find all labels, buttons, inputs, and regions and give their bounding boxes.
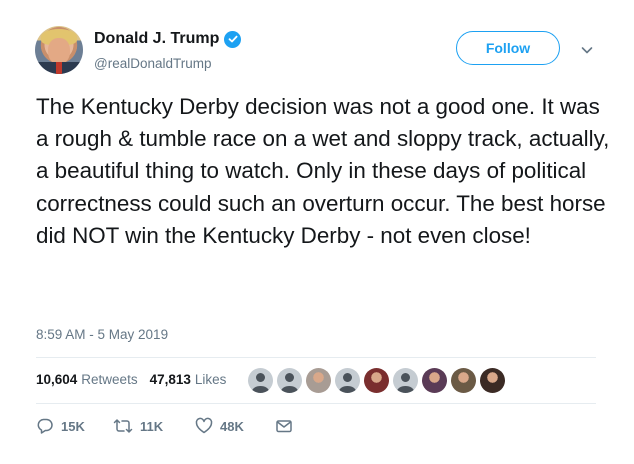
retweeter-avatar[interactable] (248, 368, 273, 393)
author-avatar[interactable] (35, 26, 83, 74)
retweets-count[interactable]: 10,604 (36, 372, 77, 387)
like-count: 48K (220, 418, 244, 434)
retweeter-avatar[interactable] (422, 368, 447, 393)
tweet-actions: 15K 11K 48K (36, 417, 293, 435)
verified-badge-icon (224, 30, 242, 48)
reply-count: 15K (61, 418, 85, 434)
likes-label[interactable]: Likes (195, 372, 227, 387)
chevron-down-icon[interactable] (580, 43, 594, 57)
retweeter-avatar[interactable] (451, 368, 476, 393)
retweeter-avatar[interactable] (364, 368, 389, 393)
retweeter-avatar[interactable] (277, 368, 302, 393)
author-name-row[interactable]: Donald J. Trump (94, 30, 242, 48)
retweet-action[interactable]: 11K (113, 417, 195, 435)
retweeter-avatars (248, 368, 505, 393)
envelope-icon (276, 420, 292, 433)
tweet-text: The Kentucky Derby decision was not a go… (36, 94, 610, 248)
divider-bottom (36, 403, 596, 404)
follow-button[interactable]: Follow (456, 31, 560, 65)
retweets-label[interactable]: Retweets (81, 372, 137, 387)
direct-message-action[interactable] (275, 417, 293, 435)
divider-top (36, 357, 596, 358)
reply-icon (37, 418, 53, 434)
retweeter-avatar[interactable] (306, 368, 331, 393)
tweet-stats: 10,604 Retweets 47,813 Likes (36, 372, 234, 387)
avatar-face (48, 38, 70, 64)
author-handle[interactable]: @realDonaldTrump (94, 56, 212, 71)
retweeter-avatar[interactable] (393, 368, 418, 393)
like-action[interactable]: 48K (195, 417, 275, 435)
retweet-icon (113, 419, 133, 433)
heart-icon (195, 417, 213, 434)
retweeter-avatar[interactable] (335, 368, 360, 393)
retweet-count: 11K (140, 418, 164, 434)
likes-count[interactable]: 47,813 (150, 372, 191, 387)
tweet-timestamp[interactable]: 8:59 AM - 5 May 2019 (36, 327, 168, 342)
reply-action[interactable]: 15K (36, 417, 113, 435)
avatar-tie (56, 62, 62, 74)
retweeter-avatar[interactable] (480, 368, 505, 393)
author-display-name[interactable]: Donald J. Trump (94, 30, 219, 48)
